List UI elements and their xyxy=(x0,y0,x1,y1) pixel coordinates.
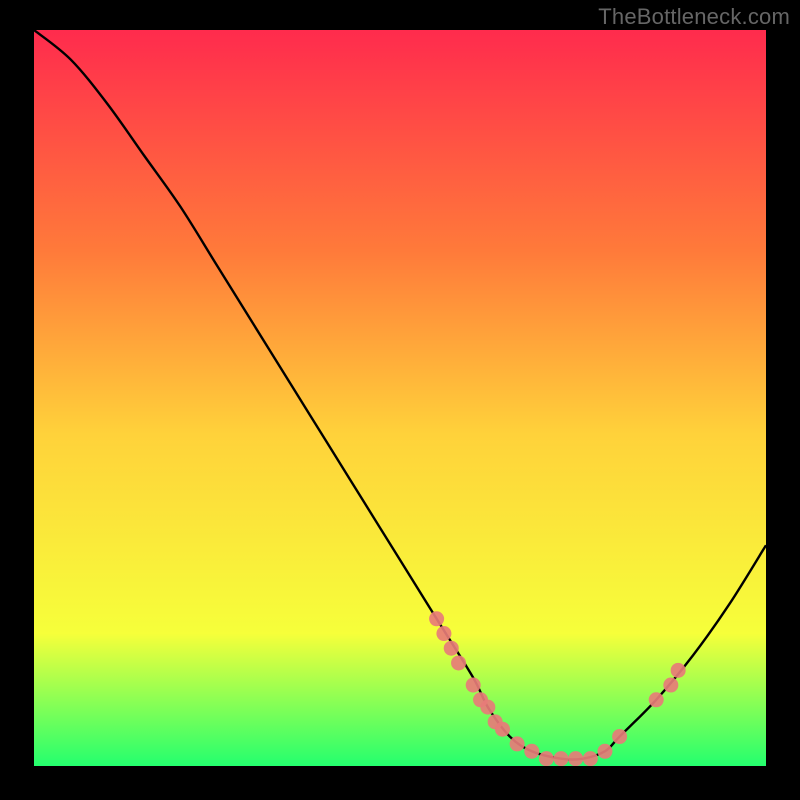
curve-marker xyxy=(583,751,598,766)
curve-marker xyxy=(495,722,510,737)
curve-marker xyxy=(649,692,664,707)
bottleneck-chart xyxy=(34,30,766,766)
curve-marker xyxy=(466,678,481,693)
curve-marker xyxy=(480,700,495,715)
curve-marker xyxy=(539,751,554,766)
curve-marker xyxy=(671,663,686,678)
curve-marker xyxy=(510,736,525,751)
curve-marker xyxy=(597,744,612,759)
curve-marker xyxy=(524,744,539,759)
curve-marker xyxy=(444,641,459,656)
curve-marker xyxy=(568,751,583,766)
curve-marker xyxy=(429,611,444,626)
watermark-text: TheBottleneck.com xyxy=(598,4,790,30)
gradient-background xyxy=(34,30,766,766)
curve-marker xyxy=(554,751,569,766)
curve-marker xyxy=(451,655,466,670)
curve-marker xyxy=(612,729,627,744)
plot-area xyxy=(34,30,766,766)
curve-marker xyxy=(436,626,451,641)
curve-marker xyxy=(663,678,678,693)
chart-frame: TheBottleneck.com xyxy=(0,0,800,800)
